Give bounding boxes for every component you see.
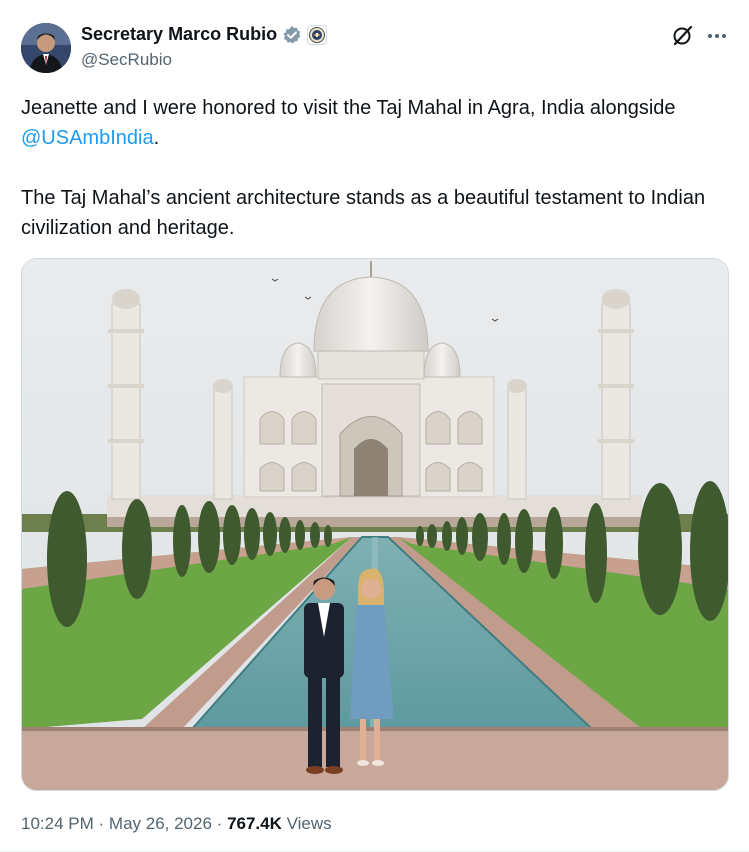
tweet-text-segment: . <box>153 127 160 149</box>
meta-separator: · <box>98 814 105 833</box>
author-handle[interactable]: @SecRubio <box>81 50 172 70</box>
author-avatar[interactable] <box>21 23 71 73</box>
mention-link[interactable]: @USAmbIndia <box>21 127 154 149</box>
state-department-seal-icon[interactable] <box>307 24 328 45</box>
tweet-time[interactable]: 10:24 PM <box>21 814 94 833</box>
views-label: Views <box>286 814 332 833</box>
tweet-post: Secretary Marco Rubio @SecRubio Jeanette… <box>0 0 749 852</box>
more-options-icon[interactable] <box>706 27 728 45</box>
author-display-name[interactable]: Secretary Marco Rubio <box>81 24 277 45</box>
tweet-paragraph-2: The Taj Mahal’s ancient architecture sta… <box>21 187 706 239</box>
meta-separator: · <box>216 814 223 833</box>
grok-icon[interactable] <box>672 24 694 46</box>
tweet-timestamp[interactable]: 10:24 PM · May 26, 2026 <box>21 814 212 833</box>
tweet-date[interactable]: May 26, 2026 <box>109 814 212 833</box>
tweet-paragraph-1: Jeanette and I were honored to visit the… <box>21 93 731 153</box>
tweet-meta: 10:24 PM · May 26, 2026 · 767.4K Views <box>21 814 332 834</box>
views-count[interactable]: 767.4K <box>227 814 282 833</box>
tweet-photo[interactable] <box>21 258 729 791</box>
tweet-text-segment: Jeanette and I were honored to visit the… <box>21 97 676 119</box>
verified-badge-icon[interactable] <box>282 25 302 45</box>
tweet-text: Jeanette and I were honored to visit the… <box>21 93 731 243</box>
author-name-row[interactable]: Secretary Marco Rubio <box>81 24 328 45</box>
